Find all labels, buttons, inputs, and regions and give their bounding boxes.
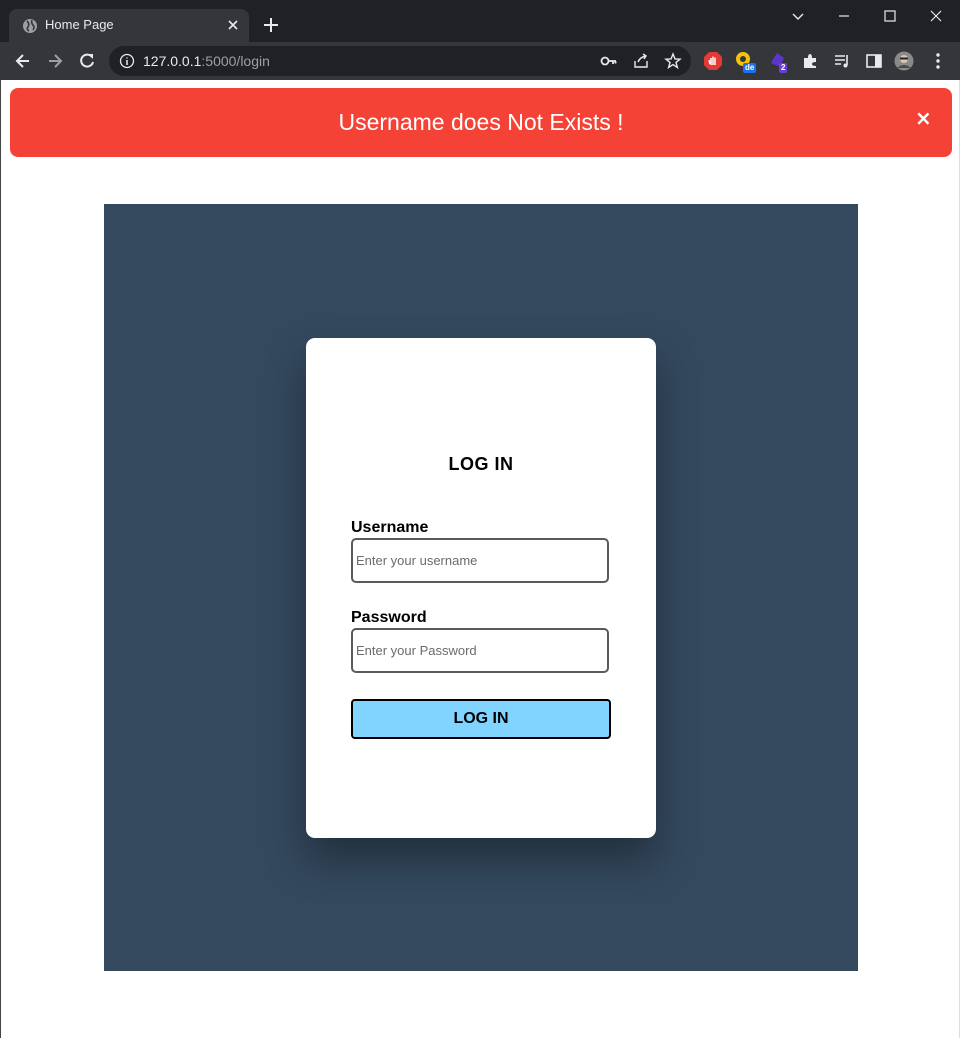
- error-alert: Username does Not Exists ! ×: [10, 88, 952, 157]
- login-background-panel: LOG IN Username Password LOG IN: [104, 204, 858, 971]
- username-input[interactable]: [351, 538, 609, 583]
- tab-search-chevron-icon[interactable]: [788, 6, 808, 26]
- globe-icon: [23, 19, 37, 33]
- url-host: 127.0.0.1: [143, 53, 202, 69]
- puzzle-extensions-icon[interactable]: [800, 51, 820, 71]
- address-bar[interactable]: 127.0.0.1:5000/login: [109, 46, 691, 76]
- url-path: :5000/login: [201, 53, 270, 69]
- back-arrow-icon[interactable]: [13, 51, 33, 71]
- translate-badge: de: [743, 63, 757, 73]
- username-label: Username: [351, 519, 429, 536]
- site-info-icon[interactable]: [119, 53, 135, 69]
- new-tab-plus-icon[interactable]: [262, 16, 280, 34]
- alert-message: Username does Not Exists !: [338, 109, 624, 135]
- browser-tab[interactable]: Home Page: [9, 9, 249, 42]
- minimize-icon[interactable]: [834, 6, 854, 26]
- bookmark-star-icon[interactable]: [664, 52, 682, 70]
- side-panel-icon[interactable]: [864, 51, 884, 71]
- maximize-icon[interactable]: [880, 6, 900, 26]
- reload-icon[interactable]: [77, 51, 97, 71]
- kebab-menu-icon[interactable]: [928, 51, 948, 71]
- url-text[interactable]: 127.0.0.1:5000/login: [143, 53, 270, 69]
- browser-toolbar: 127.0.0.1:5000/login de 2: [0, 42, 960, 80]
- alert-close-icon[interactable]: ×: [915, 106, 932, 130]
- tab-close-icon[interactable]: [225, 17, 241, 33]
- share-icon[interactable]: [632, 52, 650, 70]
- login-title: LOG IN: [448, 454, 514, 474]
- close-window-icon[interactable]: [926, 6, 946, 26]
- tab-title: Home Page: [45, 17, 114, 32]
- login-card: LOG IN Username Password LOG IN: [306, 338, 656, 838]
- browser-tab-bar: Home Page: [0, 0, 960, 42]
- translate-extension[interactable]: de: [735, 51, 757, 73]
- profile-avatar-icon[interactable]: [894, 51, 914, 71]
- key-icon[interactable]: [600, 52, 618, 70]
- login-button[interactable]: LOG IN: [351, 699, 611, 739]
- password-input[interactable]: [351, 628, 609, 673]
- page-viewport: Username does Not Exists ! × LOG IN User…: [0, 80, 960, 1038]
- password-label: Password: [351, 609, 427, 626]
- adblock-hand-icon[interactable]: [703, 51, 723, 71]
- reading-list-icon[interactable]: [832, 51, 852, 71]
- forward-arrow-icon[interactable]: [45, 51, 65, 71]
- purple-extension[interactable]: 2: [768, 51, 790, 73]
- counter-badge: 2: [779, 63, 788, 73]
